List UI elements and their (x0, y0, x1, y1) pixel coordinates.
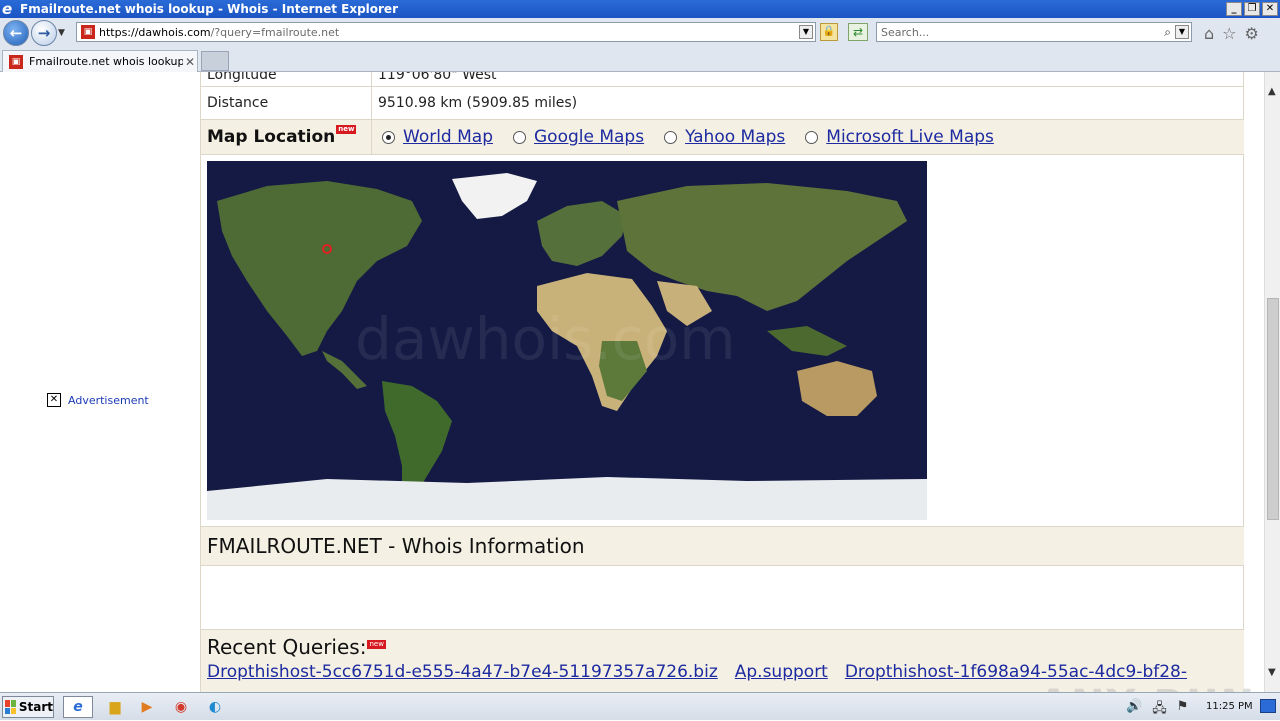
scrollbar-thumb[interactable] (1267, 298, 1279, 520)
forward-button[interactable]: → (31, 20, 57, 46)
left-sidebar: ✕ Advertisement (0, 72, 200, 692)
taskbar-ie-icon[interactable]: e (63, 696, 93, 718)
recent-query-links: Dropthishost-5cc6751d-e555-4a47-b7e4-511… (207, 662, 1244, 682)
map-location-label: Map Location new (201, 120, 372, 154)
history-dropdown-icon[interactable]: ▼ (58, 28, 65, 38)
radio-world-map[interactable] (382, 130, 395, 144)
taskbar-edge-icon[interactable]: ◐ (200, 696, 230, 718)
search-icon[interactable]: ⌕ (1164, 25, 1171, 40)
restore-button[interactable]: ❐ (1244, 2, 1260, 16)
link-world-map[interactable]: World Map (403, 127, 493, 147)
flag-icon[interactable]: ⚑ (1177, 699, 1189, 721)
new-tab-button[interactable] (201, 51, 229, 71)
tab-label: Fmailroute.net whois lookup ... (29, 55, 183, 68)
tab-favicon-icon: ▣ (9, 54, 23, 69)
page-content: ✕ Advertisement Longitude 119°06'80" Wes… (0, 72, 1264, 692)
link-google-maps[interactable]: Google Maps (534, 127, 644, 147)
windows-logo-icon (5, 700, 16, 714)
url-host: https://dawhois.com (99, 25, 211, 39)
navigation-bar: ← → ▼ ▣ https://dawhois.com /?query=fmai… (0, 18, 1280, 48)
taskbar-media-icon[interactable]: ▶ (132, 696, 162, 718)
search-placeholder: Search... (881, 26, 930, 39)
distance-value: 9510.98 km (5909.85 miles) (378, 95, 578, 111)
recent-queries-title: Recent Queries: new (207, 635, 1244, 659)
recent-new-badge: new (367, 640, 386, 649)
longitude-row: Longitude 119°06'80" West (201, 72, 1244, 87)
close-window-button[interactable]: ✕ (1262, 2, 1278, 16)
window-controls: _ ❐ ✕ (1226, 2, 1278, 16)
new-badge: new (336, 124, 357, 134)
search-dropdown-icon[interactable]: ▼ (1175, 25, 1189, 39)
site-favicon-icon: ▣ (81, 25, 95, 39)
window-title: Fmailroute.net whois lookup - Whois - In… (20, 2, 398, 16)
lock-icon[interactable]: 🔒 (820, 23, 838, 41)
anyrun-watermark: ANY RUN (1038, 682, 1256, 692)
home-icon[interactable]: ⌂ (1204, 24, 1214, 43)
map-options: World Map Google Maps Yahoo Maps Microso… (372, 120, 1244, 154)
whois-heading-row: FMAILROUTE.NET - Whois Information (201, 527, 1244, 566)
radio-microsoft-live-maps[interactable] (805, 130, 819, 144)
ad-label[interactable]: Advertisement (68, 394, 149, 407)
address-bar[interactable]: ▣ https://dawhois.com /?query=fmailroute… (76, 22, 816, 42)
system-tray: 🔊 🖧 ⚑ (1126, 699, 1188, 721)
longitude-value: 119°06'80" West (378, 72, 497, 83)
url-path: /?query=fmailroute.net (210, 25, 340, 39)
start-label: Start (18, 700, 53, 714)
link-yahoo-maps[interactable]: Yahoo Maps (685, 127, 785, 147)
tab-bar: ▣ Fmailroute.net whois lookup ... ✕ (0, 48, 1280, 72)
scroll-down-icon[interactable]: ▼ (1268, 667, 1276, 678)
map-area: dawhois.com (201, 155, 1244, 527)
volume-icon[interactable]: 🔊 (1126, 699, 1142, 721)
whois-heading: FMAILROUTE.NET - Whois Information (207, 534, 585, 558)
whois-panel: Longitude 119°06'80" West Distance 9510.… (200, 72, 1244, 692)
advertisement[interactable]: ✕ Advertisement (47, 393, 149, 407)
clock[interactable]: 11:25 PM (1206, 701, 1253, 712)
recent-query-link[interactable]: Ap.support (735, 662, 828, 682)
minimize-button[interactable]: _ (1226, 2, 1242, 16)
taskbar-chrome-icon[interactable]: ◉ (166, 696, 196, 718)
network-icon[interactable]: 🖧 (1152, 699, 1167, 721)
recent-query-link[interactable]: Dropthishost-5cc6751d-e555-4a47-b7e4-511… (207, 662, 718, 682)
radio-yahoo-maps[interactable] (664, 130, 678, 144)
address-dropdown-icon[interactable]: ▼ (799, 25, 813, 39)
recent-title-text: Recent Queries: (207, 635, 367, 659)
ie-logo-icon: e (2, 0, 13, 18)
favorites-star-icon[interactable]: ☆ (1222, 24, 1236, 43)
ad-close-icon[interactable]: ✕ (47, 393, 61, 407)
recent-query-link[interactable]: Dropthishost-1f698a94-55ac-4dc9-bf28- (845, 662, 1187, 682)
window-titlebar: e Fmailroute.net whois lookup - Whois - … (0, 0, 1280, 18)
whois-body-row (201, 566, 1244, 630)
distance-label: Distance (201, 87, 372, 119)
refresh-icon[interactable]: ⇄ (848, 23, 868, 41)
taskbar-explorer-icon[interactable]: ▆ (100, 696, 130, 718)
map-watermark: dawhois.com (355, 305, 736, 373)
start-button[interactable]: Start (2, 696, 54, 718)
back-button[interactable]: ← (3, 20, 29, 46)
map-location-title: Map Location (207, 127, 336, 147)
longitude-label: Longitude (201, 72, 372, 86)
distance-row: Distance 9510.98 km (5909.85 miles) (201, 87, 1244, 120)
vertical-scrollbar[interactable]: ▲ ▼ (1264, 72, 1280, 692)
toolbar-icons: ⌂ ☆ ⚙ (1204, 24, 1259, 43)
search-input[interactable]: Search... ⌕ ▼ (876, 22, 1192, 42)
show-desktop-button[interactable] (1260, 699, 1276, 713)
tab-close-icon[interactable]: ✕ (183, 55, 197, 69)
radio-google-maps[interactable] (513, 130, 526, 144)
taskbar: Start e ▆ ▶ ◉ ◐ 🔊 🖧 ⚑ 11:25 PM (0, 692, 1280, 720)
gear-icon[interactable]: ⚙ (1245, 24, 1259, 43)
world-map-image: dawhois.com (207, 161, 927, 520)
map-location-row: Map Location new World Map Google Maps Ya… (201, 120, 1244, 155)
link-microsoft-live-maps[interactable]: Microsoft Live Maps (826, 127, 994, 147)
tab-whois[interactable]: ▣ Fmailroute.net whois lookup ... ✕ (2, 50, 198, 72)
scroll-up-icon[interactable]: ▲ (1268, 86, 1276, 97)
